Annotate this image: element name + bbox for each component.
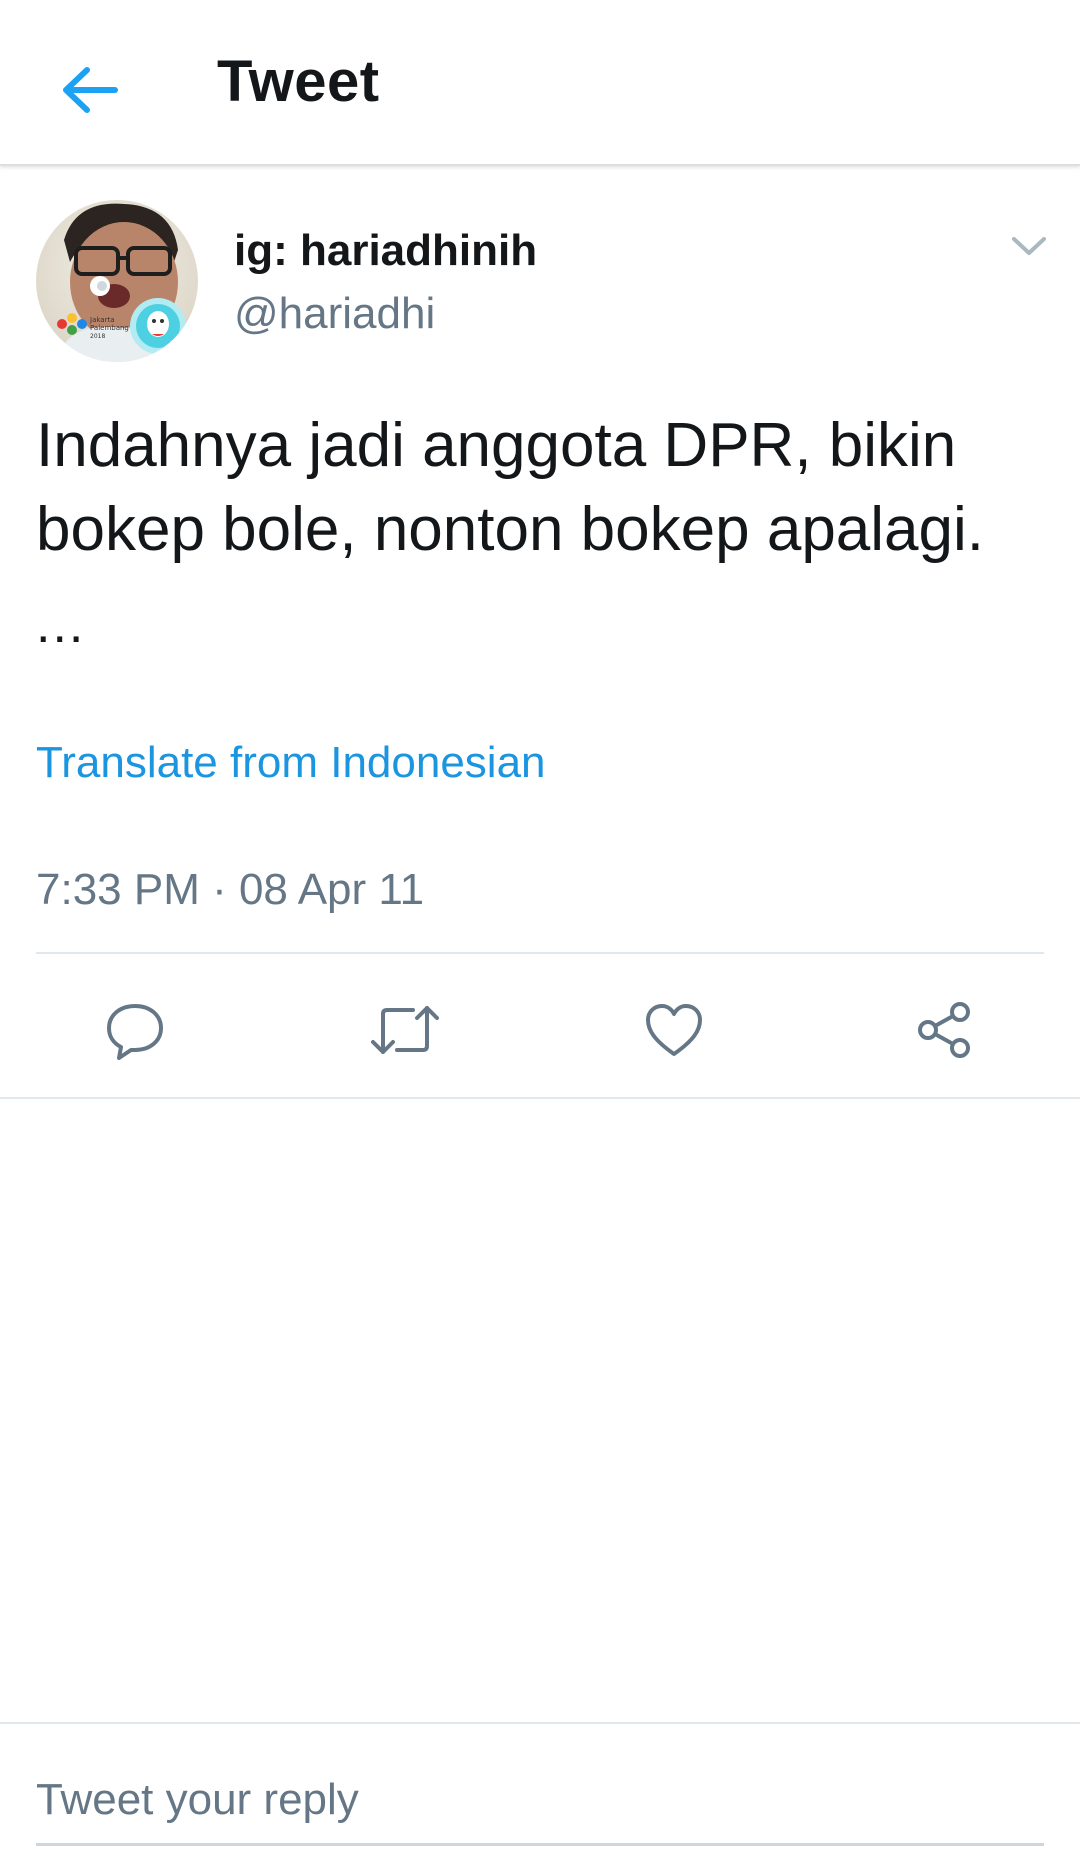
share-button[interactable] — [904, 990, 984, 1070]
author-display-name[interactable]: ig: hariadhinih — [234, 226, 537, 276]
divider — [0, 1097, 1080, 1099]
tweet-ellipsis: ... — [36, 596, 86, 654]
divider — [36, 952, 1044, 954]
retweet-icon — [371, 1006, 439, 1054]
tweet-timestamp: 7:33 PM · 08 Apr 11 — [36, 865, 425, 914]
reply-bar-divider — [0, 1722, 1080, 1724]
back-button[interactable] — [50, 50, 130, 130]
arrow-left-icon — [63, 67, 118, 113]
retweet-button[interactable] — [365, 990, 445, 1070]
author-handle[interactable]: @hariadhi — [234, 289, 435, 339]
avatar[interactable]: Jakarta Palembang 2018 — [36, 200, 198, 362]
page-title: Tweet — [217, 49, 380, 114]
chevron-down-icon — [1012, 237, 1046, 255]
svg-text:2018: 2018 — [90, 333, 105, 340]
svg-text:Jakarta: Jakarta — [89, 316, 115, 324]
svg-text:Palembang: Palembang — [90, 324, 129, 332]
tweet-detail-screen: Tweet Jakarta Palembang 2018 ig: hariadh… — [0, 0, 1080, 1862]
reply-input-underline — [36, 1843, 1044, 1846]
reply-icon — [107, 1004, 163, 1060]
top-app-bar: Tweet — [0, 0, 1080, 166]
translate-link[interactable]: Translate from Indonesian — [36, 738, 546, 788]
reply-input[interactable] — [36, 1760, 1044, 1840]
tweet-menu-button[interactable] — [1005, 226, 1053, 266]
reply-button[interactable] — [95, 990, 175, 1070]
share-icon — [918, 1002, 970, 1058]
tweet-text: Indahnya jadi anggota DPR, bikin bokep b… — [36, 411, 985, 564]
heart-icon — [646, 1004, 702, 1056]
like-button[interactable] — [634, 990, 714, 1070]
